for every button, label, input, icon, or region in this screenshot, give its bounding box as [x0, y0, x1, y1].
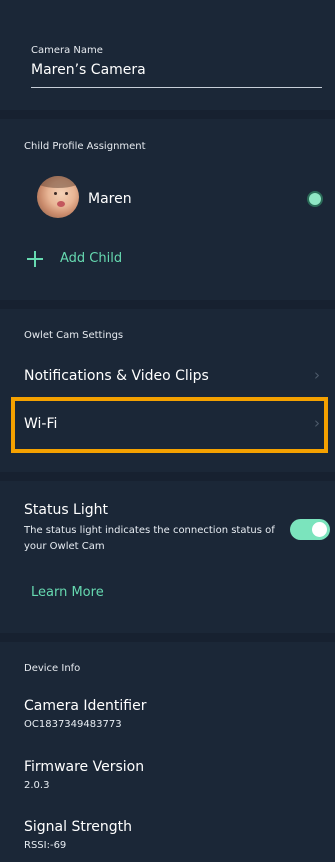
camera-name-section: Camera Name Maren’s Camera [0, 0, 335, 110]
selected-radio[interactable] [309, 193, 321, 205]
section-divider [0, 633, 335, 642]
signal-strength-value: RSSI:-69 [24, 840, 67, 851]
camera-identifier-value: OC1837349483773 [24, 719, 122, 730]
section-divider [0, 472, 335, 481]
wifi-highlight-frame [11, 397, 328, 453]
section-divider [0, 110, 335, 119]
avatar [37, 176, 79, 218]
device-info-title: Device Info [24, 663, 81, 674]
firmware-version-value: 2.0.3 [24, 780, 50, 791]
settings-title: Owlet Cam Settings [24, 330, 124, 341]
toggle-knob [312, 522, 327, 537]
signal-strength-label: Signal Strength [24, 819, 133, 835]
status-light-description: The status light indicates the connectio… [24, 525, 275, 552]
learn-more-link[interactable]: Learn More [31, 585, 104, 600]
status-light-toggle[interactable] [290, 519, 330, 540]
status-light-title: Status Light [24, 502, 108, 518]
settings-row-notifications[interactable]: Notifications & Video Clips › [0, 356, 335, 396]
plus-icon [27, 251, 43, 267]
notifications-label: Notifications & Video Clips [24, 368, 209, 384]
chevron-right-icon: › [314, 366, 320, 384]
camera-name-underline [31, 87, 322, 88]
child-name: Maren [88, 191, 132, 207]
camera-name-input[interactable]: Maren’s Camera [31, 62, 146, 78]
child-profile-title: Child Profile Assignment [24, 141, 146, 152]
camera-name-label: Camera Name [31, 45, 103, 56]
status-light-section: Status Light [0, 481, 335, 633]
section-divider [0, 300, 335, 309]
add-child-button[interactable]: Add Child [0, 240, 335, 278]
child-row[interactable]: Maren [0, 170, 335, 226]
add-child-label: Add Child [60, 251, 123, 266]
firmware-version-label: Firmware Version [24, 759, 145, 775]
camera-identifier-label: Camera Identifier [24, 698, 147, 714]
